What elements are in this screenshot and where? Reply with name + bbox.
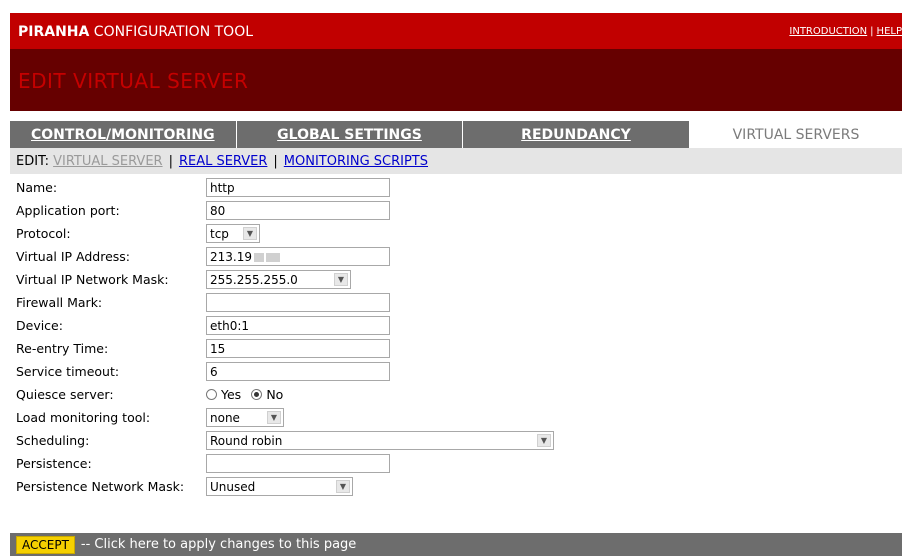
firewall-mark-field[interactable] (206, 293, 390, 312)
form-row-name: Name: http (10, 177, 902, 200)
form-row-firewall-mark: Firewall Mark: (10, 292, 902, 315)
subnav-prefix: EDIT: (16, 153, 49, 169)
redacted-block (266, 253, 280, 262)
scheduling-select[interactable]: Round robin ▼ (206, 431, 554, 450)
chevron-down-icon: ▼ (267, 411, 281, 424)
timeout-field[interactable]: 6 (206, 362, 390, 381)
persistence-mask-select[interactable]: Unused ▼ (206, 477, 353, 496)
accept-button[interactable]: ACCEPT (16, 535, 75, 554)
vip-mask-select[interactable]: 255.255.255.0 ▼ (206, 270, 351, 289)
persistence-label: Persistence: (16, 456, 92, 471)
device-field[interactable]: eth0:1 (206, 316, 390, 335)
vip-label: Virtual IP Address: (16, 249, 131, 264)
app-title-bold: PIRANHA (18, 24, 90, 40)
top-bar: PIRANHA CONFIGURATION TOOL INTRODUCTION |… (10, 13, 902, 49)
page-banner: EDIT VIRTUAL SERVER (10, 49, 902, 111)
app-port-label: Application port: (16, 203, 120, 218)
load-tool-label: Load monitoring tool: (16, 410, 151, 425)
subnav-monitoring-scripts-link[interactable]: MONITORING SCRIPTS (284, 154, 428, 169)
app-title: PIRANHA CONFIGURATION TOOL (18, 24, 253, 40)
app-title-rest: CONFIGURATION TOOL (89, 24, 254, 40)
load-tool-select[interactable]: none ▼ (206, 408, 284, 427)
form-row-vip: Virtual IP Address: 213.19 (10, 246, 902, 269)
form-row-persistence: Persistence: (10, 453, 902, 476)
reentry-label: Re-entry Time: (16, 341, 109, 356)
tab-virtual-servers[interactable]: VIRTUAL SERVERS (690, 121, 902, 148)
protocol-label: Protocol: (16, 226, 71, 241)
quiesce-no-radio[interactable]: No (251, 387, 283, 402)
page-title: EDIT VIRTUAL SERVER (18, 69, 249, 93)
form-row-vip-mask: Virtual IP Network Mask: 255.255.255.0 ▼ (10, 269, 902, 292)
subnav-separator: | (168, 153, 173, 169)
vip-field[interactable]: 213.19 (206, 247, 390, 266)
subnav-separator: | (273, 153, 278, 169)
app-port-field[interactable]: 80 (206, 201, 390, 220)
reentry-field[interactable]: 15 (206, 339, 390, 358)
redacted-block (254, 253, 264, 262)
timeout-label: Service timeout: (16, 364, 120, 379)
quiesce-no-label: No (266, 387, 284, 402)
quiesce-label: Quiesce server: (16, 387, 114, 402)
subnav-real-server-link[interactable]: REAL SERVER (179, 154, 267, 169)
radio-unchecked-icon (206, 389, 217, 400)
chevron-down-icon: ▼ (336, 480, 350, 493)
quiesce-yes-radio[interactable]: Yes (206, 387, 241, 402)
scheduling-label: Scheduling: (16, 433, 90, 448)
footer-text: -- Click here to apply changes to this p… (80, 537, 357, 552)
quiesce-radio-group: Yes No (206, 387, 289, 404)
vip-value: 213.19 (210, 250, 252, 264)
radio-checked-icon (251, 389, 263, 400)
form-row-timeout: Service timeout: 6 (10, 361, 902, 384)
protocol-value: tcp (210, 227, 229, 241)
persistence-field[interactable] (206, 454, 390, 473)
protocol-select[interactable]: tcp ▼ (206, 224, 260, 243)
name-label: Name: (16, 180, 58, 195)
firewall-mark-label: Firewall Mark: (16, 295, 103, 310)
form-row-persistence-mask: Persistence Network Mask: Unused ▼ (10, 476, 902, 499)
form-row-quiesce: Quiesce server: Yes No (10, 384, 902, 407)
form-row-protocol: Protocol: tcp ▼ (10, 223, 902, 246)
device-label: Device: (16, 318, 63, 333)
link-separator: | (870, 26, 874, 37)
persistence-mask-label: Persistence Network Mask: (16, 479, 185, 494)
chevron-down-icon: ▼ (537, 434, 551, 447)
tab-global-settings[interactable]: GLOBAL SETTINGS (237, 121, 463, 148)
tab-redundancy[interactable]: REDUNDANCY (463, 121, 690, 148)
virtual-server-form: Name: http Application port: 80 Protocol… (10, 177, 902, 499)
form-row-load-tool: Load monitoring tool: none ▼ (10, 407, 902, 430)
persistence-mask-value: Unused (210, 480, 256, 494)
footer-bar: ACCEPT -- Click here to apply changes to… (10, 533, 902, 556)
quiesce-yes-label: Yes (221, 387, 242, 402)
name-field[interactable]: http (206, 178, 390, 197)
form-row-app-port: Application port: 80 (10, 200, 902, 223)
chevron-down-icon: ▼ (334, 273, 348, 286)
main-tabs: CONTROL/MONITORING GLOBAL SETTINGS REDUN… (10, 121, 902, 148)
form-row-reentry: Re-entry Time: 15 (10, 338, 902, 361)
tab-control-monitoring[interactable]: CONTROL/MONITORING (10, 121, 237, 148)
form-row-device: Device: eth0:1 (10, 315, 902, 338)
vip-mask-label: Virtual IP Network Mask: (16, 272, 169, 287)
sub-navigation: EDIT: VIRTUAL SERVER | REAL SERVER | MON… (10, 148, 902, 174)
top-links: INTRODUCTION | HELP (789, 26, 902, 37)
introduction-link[interactable]: INTRODUCTION (789, 26, 867, 37)
help-link[interactable]: HELP (877, 26, 902, 37)
subnav-virtual-server[interactable]: VIRTUAL SERVER (53, 154, 162, 169)
chevron-down-icon: ▼ (243, 227, 257, 240)
load-tool-value: none (210, 411, 240, 425)
form-row-scheduling: Scheduling: Round robin ▼ (10, 430, 902, 453)
scheduling-value: Round robin (210, 434, 283, 448)
vip-mask-value: 255.255.255.0 (210, 273, 298, 287)
